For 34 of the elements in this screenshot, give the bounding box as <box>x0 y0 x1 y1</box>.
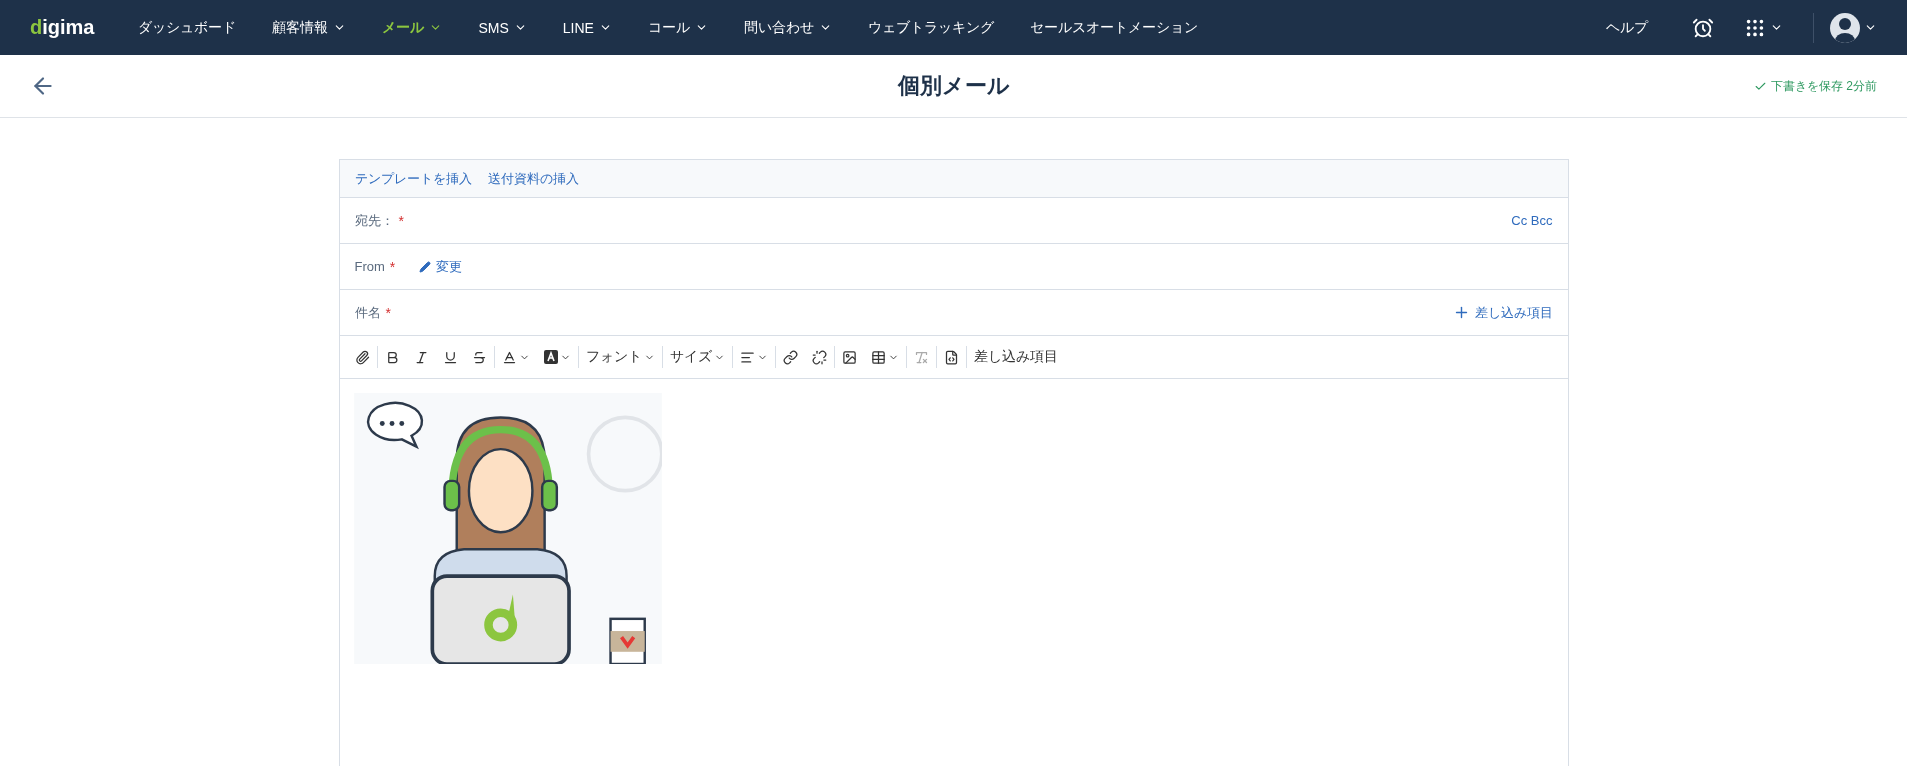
nav-item[interactable]: セールスオートメーション <box>1011 0 1216 55</box>
field-label: From <box>354 259 385 274</box>
font-dropdown[interactable]: フォント <box>578 344 662 370</box>
avatar-icon[interactable] <box>1830 12 1860 43</box>
nav-item[interactable]: LINE <box>544 0 630 55</box>
required-mark: * <box>398 212 404 229</box>
change-link[interactable]: 変更 <box>419 257 463 276</box>
help-link[interactable]: ヘルプ <box>1606 18 1648 37</box>
required-mark: * <box>389 258 396 275</box>
insert-link[interactable]: 送付資料の挿入 <box>487 169 579 188</box>
field-label: 宛先： <box>354 211 394 230</box>
highlight-color-icon <box>543 350 558 364</box>
nav-item[interactable]: 顧客情報 <box>254 0 365 55</box>
page-title: 個別メール <box>897 72 1010 100</box>
insert-link[interactable]: テンプレートを挿入 <box>354 169 472 188</box>
cc-bcc-link[interactable]: Cc Bcc <box>1511 213 1553 228</box>
nav-item[interactable]: SMS <box>460 0 545 55</box>
size-dropdown[interactable]: サイズ <box>662 344 732 370</box>
nav-item[interactable]: ウェブトラッキング <box>849 0 1012 55</box>
field-label: 件名 <box>354 303 381 322</box>
required-mark: * <box>385 304 391 321</box>
align-left-icon <box>739 349 755 365</box>
table-icon <box>870 349 886 365</box>
nav-item[interactable]: コール <box>629 0 726 55</box>
pencil-icon <box>419 260 432 273</box>
merge-field-link[interactable]: 差し込み項目 <box>1452 303 1553 322</box>
text-color-icon <box>501 349 517 365</box>
merge-field-button[interactable]: 差し込み項目 <box>966 344 1065 370</box>
logo[interactable]: digima <box>30 16 95 39</box>
save-status: 下書きを保存 2分前 <box>1771 77 1877 95</box>
nav-item[interactable]: 問い合わせ <box>725 0 850 55</box>
nav-item[interactable]: ダッシュボード <box>120 0 255 55</box>
nav-item[interactable]: メール <box>364 0 461 55</box>
alarm-clock-icon[interactable] <box>1692 16 1714 39</box>
